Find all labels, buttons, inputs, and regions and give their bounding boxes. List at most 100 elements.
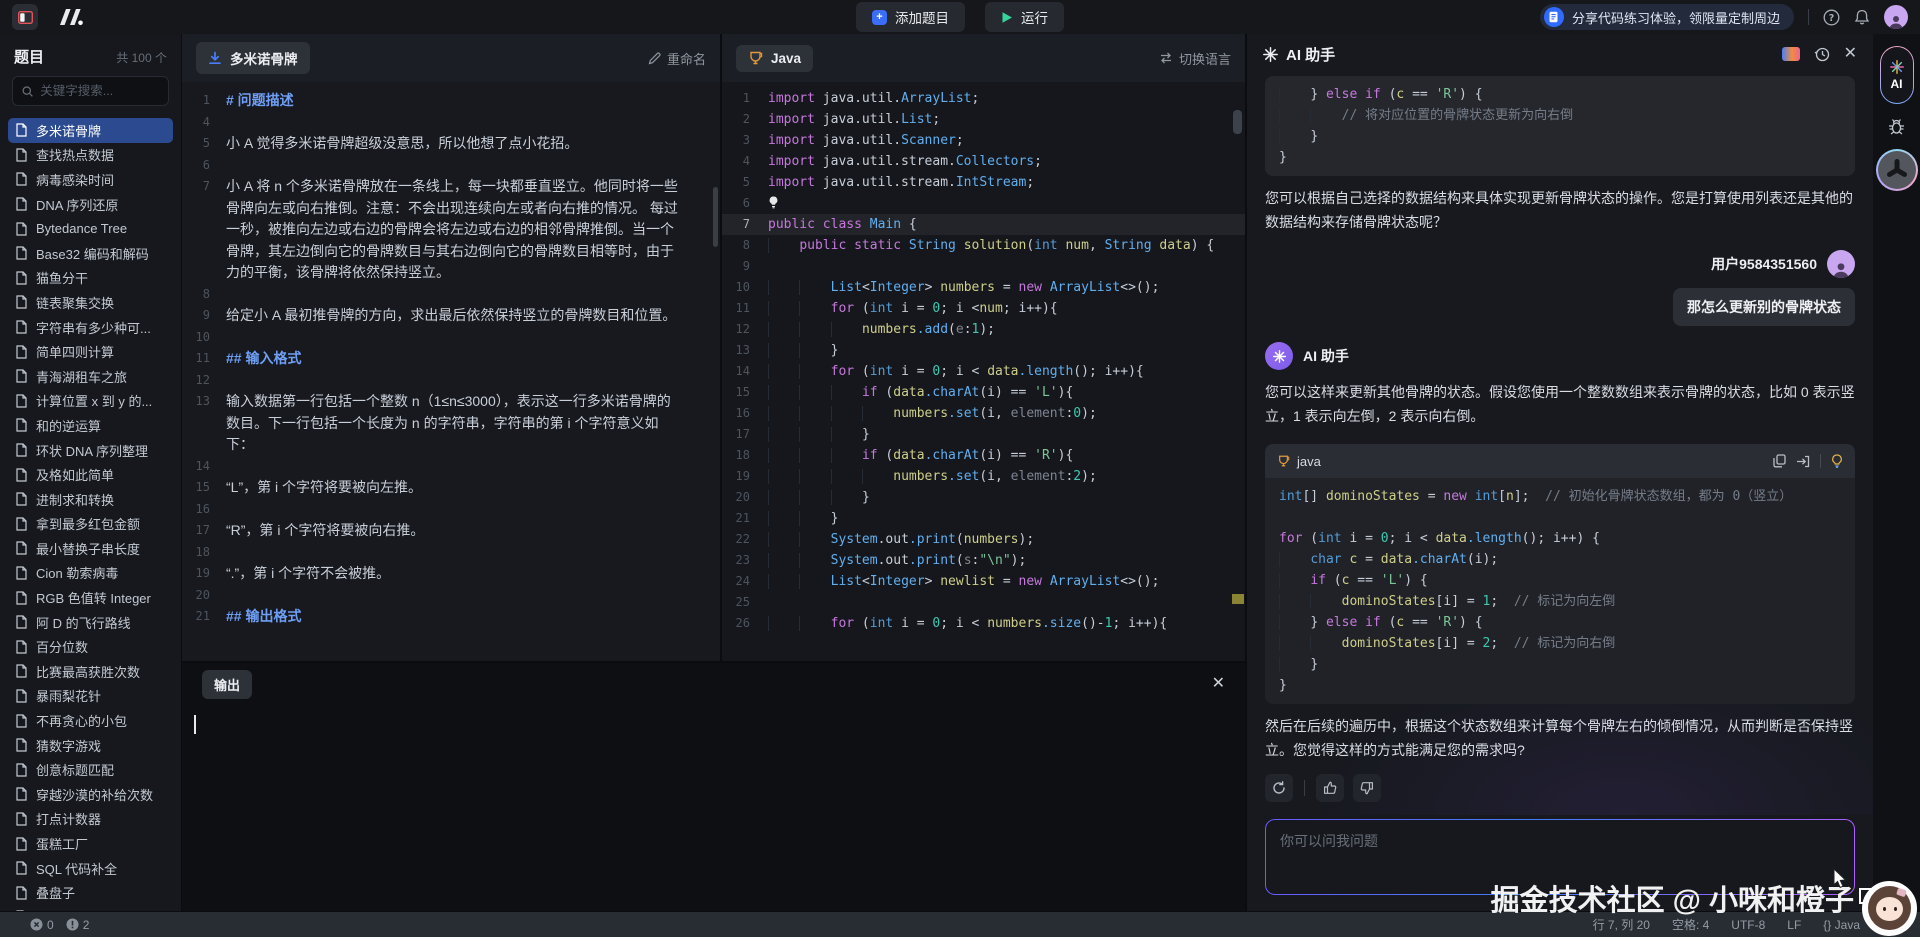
problem-item[interactable]: 不再贪心的小包 — [8, 708, 173, 733]
mascot-logo-icon — [1885, 158, 1909, 182]
share-banner-icon — [1544, 7, 1564, 27]
errors-indicator[interactable]: 0 — [30, 918, 54, 932]
problem-item[interactable]: Bytedance Tree — [8, 216, 173, 241]
description-scrollbar[interactable] — [713, 187, 718, 247]
switch-language-button[interactable]: 切换语言 — [1159, 49, 1231, 68]
problem-item[interactable]: 查找热点数据 — [8, 143, 173, 168]
mascot-button[interactable] — [1876, 149, 1918, 191]
problem-item[interactable]: 穿越沙漠的补给次数 — [8, 782, 173, 807]
language-mode[interactable]: {} Java — [1823, 918, 1860, 932]
problem-item[interactable]: 猫鱼分干 — [8, 266, 173, 291]
problem-item[interactable]: 简单四则计算 — [8, 339, 173, 364]
problem-item[interactable]: Base32 编码和解码 — [8, 241, 173, 266]
ai-question-input[interactable]: 你可以问我问题 — [1265, 819, 1855, 895]
line-source — [768, 193, 1245, 214]
regenerate-button[interactable] — [1265, 774, 1293, 802]
ai-toggle-button[interactable]: AI — [1880, 46, 1914, 104]
problem-item[interactable]: 打点计数器 — [8, 807, 173, 832]
problem-item[interactable]: RGB 色值转 Integer — [8, 585, 173, 610]
problem-item[interactable]: 病毒感染时间 — [8, 167, 173, 192]
language-tab[interactable]: Java — [736, 45, 813, 72]
lightbulb-hint-icon[interactable] — [768, 195, 779, 209]
problem-item-label: 简单四则计算 — [36, 342, 114, 361]
problem-tab-label: 多米诺骨牌 — [230, 48, 298, 68]
copy-icon[interactable] — [1773, 454, 1786, 468]
problem-item-label: 和的逆运算 — [36, 416, 101, 435]
share-banner[interactable]: 分享代码练习体验，领限量定制周边 — [1540, 4, 1794, 30]
notifications-button[interactable] — [1854, 9, 1870, 26]
problem-item[interactable]: 环状 DNA 序列整理 — [8, 438, 173, 463]
theme-gradient-button[interactable] — [1782, 47, 1800, 61]
problem-item[interactable]: 链表聚集交换 — [8, 290, 173, 315]
code-line: 19 numbers.set(i, element:2); — [722, 466, 1245, 487]
editor-scrollbar[interactable] — [1233, 110, 1242, 134]
problem-item[interactable]: 多米诺骨牌 — [8, 118, 173, 143]
problem-item[interactable]: 拿到最多红包金额 — [8, 512, 173, 537]
rename-button[interactable]: 重命名 — [648, 49, 706, 68]
problem-item[interactable]: 计算位置 x 到 y 的... — [8, 389, 173, 414]
insert-code-icon[interactable] — [1796, 455, 1810, 468]
problem-item[interactable]: 及格如此简单 — [8, 462, 173, 487]
line-text: ## 输出格式 — [226, 606, 720, 628]
line-number: 15 — [722, 382, 768, 403]
thumbs-up-button[interactable] — [1316, 774, 1344, 802]
assistant-pet-avatar[interactable] — [1862, 881, 1917, 936]
user-avatar[interactable] — [1884, 5, 1908, 29]
help-button[interactable]: ? — [1823, 9, 1840, 26]
description-line: 12 — [182, 370, 720, 392]
search-input[interactable] — [40, 84, 159, 98]
code-line: 25 — [722, 592, 1245, 613]
output-close-button[interactable]: ✕ — [1212, 676, 1225, 692]
encoding-setting[interactable]: UTF-8 — [1731, 918, 1765, 932]
bug-report-button[interactable] — [1887, 117, 1906, 136]
problem-item[interactable]: 进制求和转换 — [8, 487, 173, 512]
problem-item[interactable]: 暴雨梨花针 — [8, 684, 173, 709]
code-line: 17 } — [722, 424, 1245, 445]
document-icon — [15, 689, 28, 703]
problem-item-label: 暴雨梨花针 — [36, 686, 101, 705]
sidebar-toggle-button[interactable] — [12, 4, 38, 30]
run-button[interactable]: 运行 — [985, 2, 1064, 32]
eol-setting[interactable]: LF — [1787, 918, 1801, 932]
history-icon[interactable] — [1814, 46, 1830, 62]
document-icon — [15, 246, 28, 260]
lightbulb-icon[interactable] — [1831, 454, 1843, 468]
warnings-indicator[interactable]: 2 — [66, 918, 90, 932]
problem-item-label: 环状 DNA 序列整理 — [36, 441, 148, 460]
app-logo[interactable] — [56, 8, 86, 26]
problem-item[interactable]: 蛋糕工厂 — [8, 831, 173, 856]
code-line: 1import java.util.ArrayList; — [722, 88, 1245, 109]
cursor-position[interactable]: 行 7, 列 20 — [1593, 916, 1650, 933]
output-console[interactable] — [182, 705, 1245, 911]
problem-item[interactable]: 阿 D 的飞行路线 — [8, 610, 173, 635]
problem-item[interactable]: DNA 序列还原 — [8, 192, 173, 217]
description-line: 17“R”，第 i 个字符将要被向右推。 — [182, 520, 720, 542]
problem-item-label: 打点计数器 — [36, 809, 101, 828]
problem-description-panel: 多米诺骨牌 重命名 1# 问题描述45小 A 觉得多米诺骨牌超级没意思，所以他想… — [182, 34, 722, 661]
problem-item-label: 拿到最多红包金额 — [36, 514, 140, 533]
thumbs-down-button[interactable] — [1353, 774, 1381, 802]
indentation-setting[interactable]: 空格: 4 — [1672, 916, 1709, 933]
problem-item[interactable]: 最小替换子串长度 — [8, 536, 173, 561]
problem-item[interactable]: 比赛最高获胜次数 — [8, 659, 173, 684]
code-line: 6 — [722, 193, 1245, 214]
problem-item[interactable]: 青海湖租车之旅 — [8, 364, 173, 389]
problem-item[interactable]: Cion 勒索病毒 — [8, 561, 173, 586]
problem-item[interactable]: 字符串有多少种可... — [8, 315, 173, 340]
problem-list: 多米诺骨牌查找热点数据病毒感染时间DNA 序列还原Bytedance TreeB… — [0, 116, 181, 911]
problem-item[interactable]: 创意标题匹配 — [8, 757, 173, 782]
add-problem-button[interactable]: + 添加题目 — [856, 2, 965, 32]
problem-item[interactable]: 和的逆运算 — [8, 413, 173, 438]
ai-close-button[interactable]: ✕ — [1844, 46, 1857, 62]
code-editor[interactable]: 1import java.util.ArrayList;2import java… — [722, 82, 1245, 661]
problem-item[interactable]: 百分位数 — [8, 634, 173, 659]
problem-item[interactable]: 猜数字游戏 — [8, 733, 173, 758]
line-source: List<Integer> newlist = new ArrayList<>(… — [768, 571, 1245, 592]
output-tab[interactable]: 输出 — [202, 670, 252, 699]
search-box[interactable] — [12, 76, 169, 106]
problem-tab[interactable]: 多米诺骨牌 — [196, 42, 310, 74]
description-editor[interactable]: 1# 问题描述45小 A 觉得多米诺骨牌超级没意思，所以他想了点小花招。67小 … — [182, 82, 720, 661]
problem-item[interactable]: SQL 代码补全 — [8, 856, 173, 881]
ai-conversation[interactable]: } else if (c == 'R') { // 将对应位置的骨牌状态更新为向… — [1247, 74, 1873, 815]
problem-item[interactable]: 叠盘子 — [8, 880, 173, 905]
